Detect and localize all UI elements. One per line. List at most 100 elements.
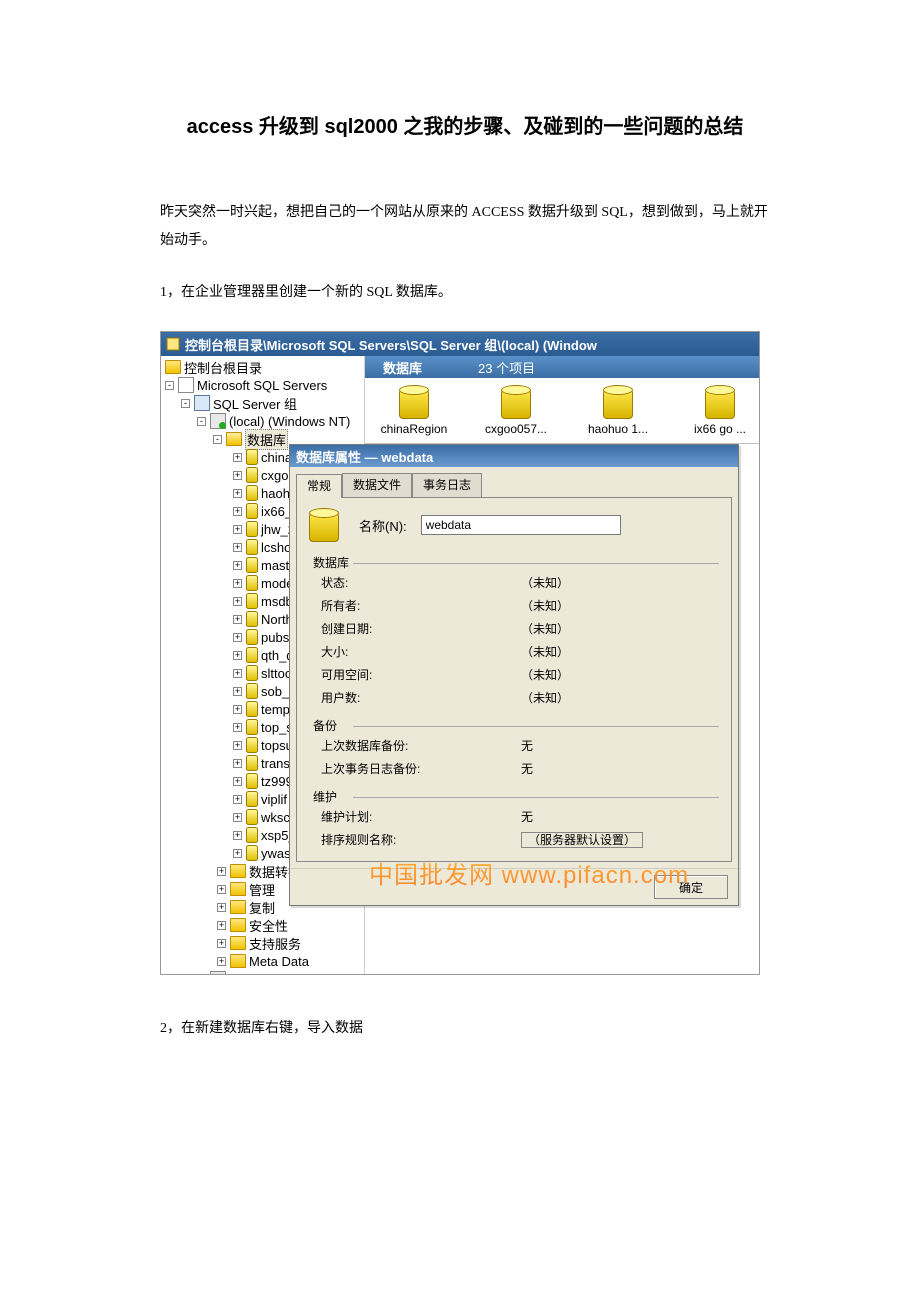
group-maintenance: 维护	[309, 790, 341, 804]
group-icon	[194, 395, 210, 411]
property-row: 上次事务日志备份:无	[309, 757, 719, 780]
database-icon	[246, 647, 258, 663]
expand-icon[interactable]: +	[233, 849, 242, 858]
expand-icon[interactable]: +	[233, 615, 242, 624]
name-label: 名称(N):	[359, 516, 407, 535]
collapse-icon[interactable]: -	[181, 399, 190, 408]
dialog-tabs: 常规 数据文件 事务日志	[290, 467, 738, 497]
folder-icon	[165, 360, 181, 374]
property-row: 创建日期:（未知）	[309, 617, 719, 640]
expand-icon[interactable]: +	[233, 525, 242, 534]
expand-icon[interactable]: +	[233, 579, 242, 588]
right-pane: 数据库 23 个项目 chinaRegion cxgoo057... haohuo …	[365, 356, 759, 974]
database-icon	[246, 521, 258, 537]
expand-icon[interactable]: +	[233, 633, 242, 642]
folder-open-icon	[226, 432, 242, 446]
cylinder-icon	[705, 385, 735, 419]
database-large-icon[interactable]: cxgoo057...	[477, 385, 555, 436]
database-properties-dialog: 数据库属性 — webdata 常规 数据文件 事务日志 名称(N): 数据库	[289, 444, 739, 906]
server-icon	[210, 413, 226, 429]
database-icon	[246, 449, 258, 465]
property-row: 维护计划:无	[309, 805, 719, 828]
expand-icon[interactable]: +	[217, 867, 226, 876]
expand-icon[interactable]: +	[233, 489, 242, 498]
expand-icon[interactable]: +	[233, 471, 242, 480]
app-icon	[165, 336, 181, 352]
doc-step-1: 1，在企业管理器里创建一个新的 SQL 数据库。	[160, 279, 770, 307]
doc-step-2: 2，在新建数据库右键，导入数据	[160, 1017, 770, 1037]
tree-folder-item[interactable]: +Meta Data	[161, 952, 364, 970]
database-icon	[246, 485, 258, 501]
folder-icon	[230, 864, 246, 878]
expand-icon[interactable]: +	[233, 543, 242, 552]
database-large-icon[interactable]: chinaRegion	[375, 385, 453, 436]
database-icon	[309, 508, 339, 542]
database-icon	[246, 719, 258, 735]
expand-icon[interactable]: +	[233, 705, 242, 714]
database-name-input[interactable]	[421, 515, 621, 535]
doc-paragraph-1: 昨天突然一时兴起，想把自己的一个网站从原来的 ACCESS 数据升级到 SQL，…	[160, 199, 770, 255]
tree-folder-item[interactable]: +安全性	[161, 916, 364, 934]
cylinder-icon	[501, 385, 531, 419]
doc-title: access 升级到 sql2000 之我的步骤、及碰到的一些问题的总结	[160, 110, 770, 139]
tree-msss[interactable]: -Microsoft SQL Servers	[161, 376, 364, 394]
database-large-icon[interactable]: haohuo 1...	[579, 385, 657, 436]
expand-icon[interactable]: +	[233, 741, 242, 750]
window-title-text: 控制台根目录\Microsoft SQL Servers\SQL Server …	[185, 335, 597, 354]
expand-icon[interactable]: +	[217, 921, 226, 930]
expand-icon[interactable]: +	[233, 723, 242, 732]
folder-icon	[230, 954, 246, 968]
expand-icon[interactable]: +	[233, 561, 242, 570]
expand-icon[interactable]: +	[233, 669, 242, 678]
property-row: 状态:（未知）	[309, 571, 719, 594]
database-icon	[246, 701, 258, 717]
cylinder-icon	[399, 385, 429, 419]
tree-group[interactable]: -SQL Server 组	[161, 394, 364, 412]
collapse-icon[interactable]: -	[197, 417, 206, 426]
tree-remote-server[interactable]: +114.80.138.1	[161, 970, 364, 974]
database-large-icon[interactable]: ix66 go ...	[681, 385, 759, 436]
group-database: 数据库	[309, 556, 353, 570]
expand-icon[interactable]: +	[233, 759, 242, 768]
collapse-icon[interactable]: -	[165, 381, 174, 390]
database-icon	[246, 575, 258, 591]
collapse-icon[interactable]: -	[213, 435, 222, 444]
database-icon-list: chinaRegion cxgoo057... haohuo 1... ix66 go…	[365, 378, 759, 444]
expand-icon[interactable]: +	[217, 903, 226, 912]
expand-icon[interactable]: +	[233, 813, 242, 822]
expand-icon[interactable]: +	[233, 795, 242, 804]
right-header: 数据库 23 个项目	[365, 356, 759, 378]
expand-icon[interactable]: +	[233, 777, 242, 786]
database-icon	[246, 503, 258, 519]
database-icon	[246, 611, 258, 627]
database-icon	[246, 629, 258, 645]
tab-general[interactable]: 常规	[296, 474, 342, 498]
watermark-text: 中国批发网 www.pifacn.com	[369, 855, 689, 890]
database-icon	[246, 845, 258, 861]
expand-icon[interactable]: +	[217, 939, 226, 948]
tree-local[interactable]: -(local) (Windows NT)	[161, 412, 364, 430]
tab-transaction-log[interactable]: 事务日志	[412, 473, 482, 497]
expand-icon[interactable]: +	[233, 507, 242, 516]
expand-icon[interactable]: +	[233, 651, 242, 660]
expand-icon[interactable]: +	[233, 687, 242, 696]
expand-icon[interactable]: +	[217, 957, 226, 966]
expand-icon[interactable]: +	[233, 453, 242, 462]
right-header-title: 数据库	[383, 358, 422, 377]
tree-folder-item[interactable]: +支持服务	[161, 934, 364, 952]
folder-icon	[230, 918, 246, 932]
property-row: 大小:（未知）	[309, 640, 719, 663]
expand-icon[interactable]: +	[217, 885, 226, 894]
expand-icon[interactable]: +	[233, 831, 242, 840]
cylinder-icon	[603, 385, 633, 419]
tree-root[interactable]: 控制台根目录	[161, 358, 364, 376]
database-icon	[246, 593, 258, 609]
group-backup: 备份	[309, 719, 341, 733]
database-icon	[246, 665, 258, 681]
expand-icon[interactable]: +	[233, 597, 242, 606]
tab-data-files[interactable]: 数据文件	[342, 473, 412, 497]
dialog-titlebar[interactable]: 数据库属性 — webdata	[290, 445, 738, 467]
folder-icon	[230, 936, 246, 950]
window-titlebar[interactable]: 控制台根目录\Microsoft SQL Servers\SQL Server …	[161, 332, 759, 356]
property-row: 排序规则名称:（服务器默认设置）	[309, 828, 719, 851]
